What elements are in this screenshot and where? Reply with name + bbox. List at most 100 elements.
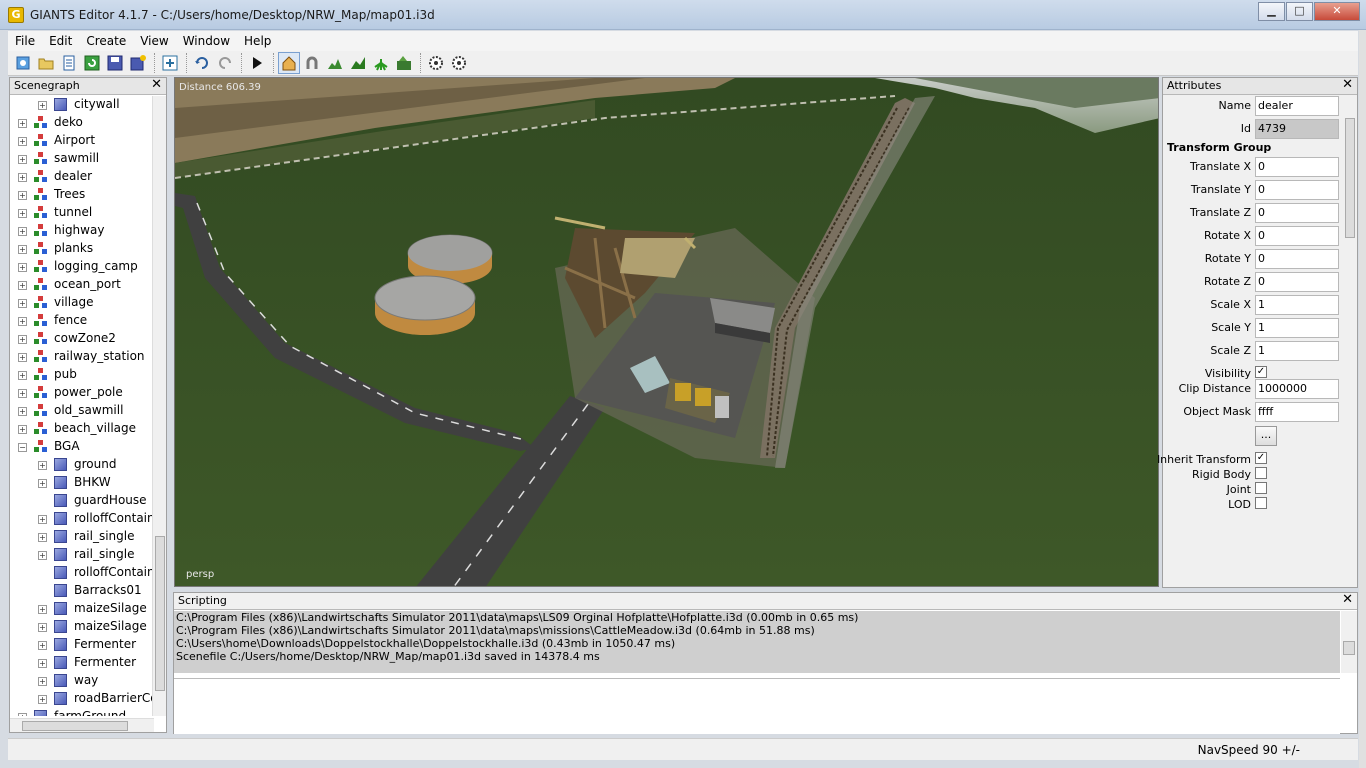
magnet-icon[interactable] bbox=[301, 52, 323, 74]
expand-icon[interactable]: + bbox=[18, 191, 27, 200]
tree-node[interactable]: + roadBarrierCor bbox=[10, 690, 158, 708]
tree-node[interactable]: + tunnel bbox=[10, 204, 158, 222]
expand-icon[interactable]: + bbox=[38, 515, 47, 524]
close-icon[interactable]: ✕ bbox=[151, 77, 162, 92]
tree-node[interactable]: + maizeSilage bbox=[10, 618, 158, 636]
menu-view[interactable]: View bbox=[133, 34, 175, 48]
menu-window[interactable]: Window bbox=[176, 34, 237, 48]
more-options-button[interactable]: ... bbox=[1255, 426, 1277, 446]
tree-node[interactable]: + Trees bbox=[10, 186, 158, 204]
expand-icon[interactable]: + bbox=[38, 641, 47, 650]
terrain-paint-icon[interactable] bbox=[347, 52, 369, 74]
transform-value-field[interactable]: 0 bbox=[1255, 157, 1339, 177]
expand-icon[interactable]: + bbox=[18, 245, 27, 254]
close-icon[interactable]: ✕ bbox=[1342, 77, 1353, 92]
expand-icon[interactable]: + bbox=[18, 299, 27, 308]
tree-node[interactable]: + sawmill bbox=[10, 150, 158, 168]
expand-icon[interactable]: + bbox=[18, 371, 27, 380]
list-icon[interactable] bbox=[58, 52, 80, 74]
tree-node[interactable]: + dealer bbox=[10, 168, 158, 186]
refresh-icon[interactable] bbox=[81, 52, 103, 74]
maximize-button[interactable]: □ bbox=[1286, 2, 1313, 21]
expand-icon[interactable]: + bbox=[38, 677, 47, 686]
expand-icon[interactable]: + bbox=[38, 605, 47, 614]
attribute-checkbox[interactable] bbox=[1255, 482, 1267, 494]
transform-value-field[interactable]: 1 bbox=[1255, 341, 1339, 361]
scenegraph-vertical-scrollbar[interactable] bbox=[152, 96, 166, 716]
tree-node[interactable]: + Airport bbox=[10, 132, 158, 150]
attribute-checkbox[interactable]: ✓ bbox=[1255, 452, 1267, 464]
expand-icon[interactable]: + bbox=[18, 425, 27, 434]
expand-icon[interactable]: + bbox=[18, 713, 27, 716]
save-icon[interactable] bbox=[104, 52, 126, 74]
tree-node[interactable]: + beach_village bbox=[10, 420, 158, 438]
gear2-icon[interactable] bbox=[448, 52, 470, 74]
expand-icon[interactable]: + bbox=[38, 461, 47, 470]
import-icon[interactable] bbox=[159, 52, 181, 74]
tree-node[interactable]: + highway bbox=[10, 222, 158, 240]
menu-help[interactable]: Help bbox=[237, 34, 278, 48]
scrollbar-thumb[interactable] bbox=[1343, 641, 1355, 655]
home-icon[interactable] bbox=[278, 52, 300, 74]
expand-icon[interactable]: + bbox=[38, 695, 47, 704]
expand-icon[interactable]: + bbox=[18, 317, 27, 326]
tree-node[interactable]: + Fermenter bbox=[10, 636, 158, 654]
collapse-icon[interactable]: − bbox=[18, 443, 27, 452]
open-icon[interactable] bbox=[35, 52, 57, 74]
expand-icon[interactable]: + bbox=[18, 137, 27, 146]
tree-node[interactable]: rolloffContaine bbox=[10, 564, 158, 582]
foliage-icon[interactable] bbox=[370, 52, 392, 74]
redo-icon[interactable] bbox=[214, 52, 236, 74]
tree-node[interactable]: + old_sawmill bbox=[10, 402, 158, 420]
expand-icon[interactable]: + bbox=[18, 209, 27, 218]
clip-distance-field[interactable]: 1000000 bbox=[1255, 379, 1339, 399]
log-scrollbar[interactable] bbox=[1341, 611, 1357, 673]
scrollbar-thumb[interactable] bbox=[155, 536, 165, 691]
attribute-checkbox[interactable] bbox=[1255, 497, 1267, 509]
expand-icon[interactable]: + bbox=[38, 479, 47, 488]
window-scrollbar[interactable] bbox=[1359, 30, 1366, 768]
transform-value-field[interactable]: 0 bbox=[1255, 226, 1339, 246]
menu-create[interactable]: Create bbox=[79, 34, 133, 48]
script-input[interactable] bbox=[174, 678, 1340, 734]
expand-icon[interactable]: + bbox=[18, 353, 27, 362]
transform-value-field[interactable]: 0 bbox=[1255, 203, 1339, 223]
expand-icon[interactable]: + bbox=[18, 263, 27, 272]
expand-icon[interactable]: + bbox=[38, 533, 47, 542]
expand-icon[interactable]: + bbox=[38, 623, 47, 632]
gear-icon[interactable] bbox=[425, 52, 447, 74]
tree-node[interactable]: + logging_camp bbox=[10, 258, 158, 276]
undo-icon[interactable] bbox=[191, 52, 213, 74]
expand-icon[interactable]: + bbox=[18, 173, 27, 182]
tree-node[interactable]: + cowZone2 bbox=[10, 330, 158, 348]
tree-node[interactable]: + way bbox=[10, 672, 158, 690]
play-icon[interactable] bbox=[246, 52, 268, 74]
tree-node[interactable]: − BGA bbox=[10, 438, 158, 456]
scrollbar-thumb[interactable] bbox=[22, 721, 128, 731]
tree-node[interactable]: guardHouse bbox=[10, 492, 158, 510]
tree-node[interactable]: + ocean_port bbox=[10, 276, 158, 294]
tree-node[interactable]: + village bbox=[10, 294, 158, 312]
tree-node[interactable]: + rail_single bbox=[10, 528, 158, 546]
tree-node[interactable]: + maizeSilage bbox=[10, 600, 158, 618]
expand-icon[interactable]: + bbox=[18, 407, 27, 416]
visibility-checkbox[interactable]: ✓ bbox=[1255, 366, 1267, 378]
save-as-icon[interactable] bbox=[127, 52, 149, 74]
tree-node[interactable]: + planks bbox=[10, 240, 158, 258]
scenegraph-horizontal-scrollbar[interactable] bbox=[10, 718, 154, 732]
3d-viewport[interactable]: Distance 606.39 persp bbox=[174, 77, 1159, 587]
new-icon[interactable] bbox=[12, 52, 34, 74]
attribute-checkbox[interactable] bbox=[1255, 467, 1267, 479]
expand-icon[interactable]: + bbox=[18, 281, 27, 290]
expand-icon[interactable]: + bbox=[18, 119, 27, 128]
tree-node[interactable]: + farmGround bbox=[10, 708, 158, 716]
close-button[interactable]: ✕ bbox=[1314, 2, 1360, 21]
transform-value-field[interactable]: 0 bbox=[1255, 272, 1339, 292]
tree-node[interactable]: + pub bbox=[10, 366, 158, 384]
expand-icon[interactable]: + bbox=[38, 659, 47, 668]
expand-icon[interactable]: + bbox=[18, 227, 27, 236]
terrain-edit-icon[interactable] bbox=[393, 52, 415, 74]
tree-node[interactable]: + Fermenter bbox=[10, 654, 158, 672]
tree-node[interactable]: + citywall bbox=[10, 96, 158, 114]
attributes-scrollbar[interactable] bbox=[1343, 96, 1357, 586]
